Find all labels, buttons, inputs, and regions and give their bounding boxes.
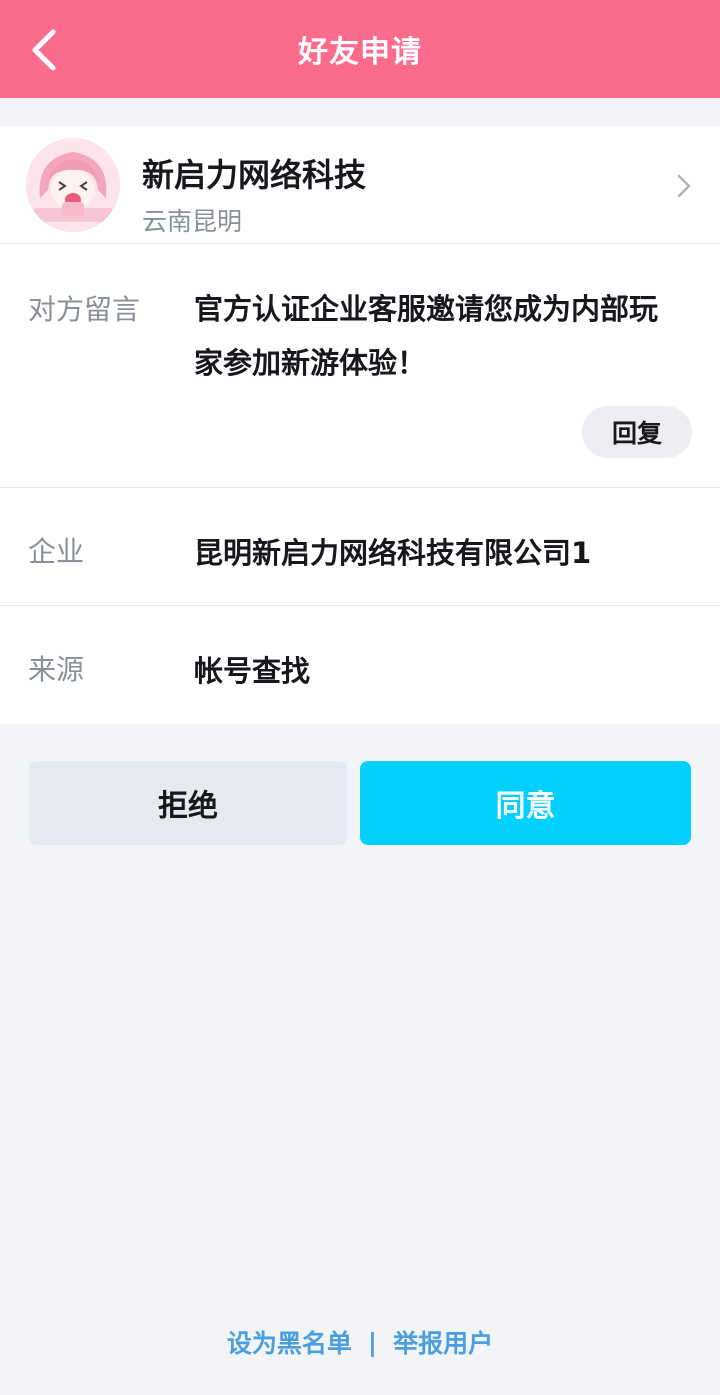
accept-button[interactable]: 同意 bbox=[360, 761, 691, 845]
reject-button[interactable]: 拒绝 bbox=[29, 761, 347, 845]
company-row: 企业 昆明新启力网络科技有限公司1 bbox=[0, 488, 720, 606]
source-label: 来源 bbox=[28, 653, 85, 686]
message-label: 对方留言 bbox=[28, 293, 141, 326]
report-user-link[interactable]: 举报用户 bbox=[393, 1324, 493, 1360]
footer-links: 设为黑名单 | 举报用户 bbox=[0, 1322, 720, 1362]
reply-button[interactable]: 回复 bbox=[582, 406, 692, 458]
profile-name: 新启力网络科技 bbox=[142, 156, 367, 194]
profile-row[interactable]: 新启力网络科技 云南昆明 bbox=[0, 126, 720, 244]
company-value: 昆明新启力网络科技有限公司1 bbox=[194, 536, 592, 570]
source-value: 帐号查找 bbox=[194, 654, 311, 688]
avatar[interactable] bbox=[26, 138, 120, 232]
header-bar: 好友申请 bbox=[0, 0, 720, 98]
blacklist-link[interactable]: 设为黑名单 bbox=[227, 1324, 352, 1360]
request-card: 新启力网络科技 云南昆明 对方留言 官方认证企业客服邀请您成为内部玩家参加新游体… bbox=[0, 126, 720, 724]
profile-location: 云南昆明 bbox=[142, 207, 243, 236]
company-label: 企业 bbox=[28, 535, 85, 568]
source-row: 来源 帐号查找 bbox=[0, 606, 720, 724]
page-title: 好友申请 bbox=[298, 35, 422, 70]
chevron-left-icon bbox=[32, 29, 56, 71]
chevron-right-icon bbox=[677, 174, 691, 198]
message-row: 对方留言 官方认证企业客服邀请您成为内部玩家参加新游体验！ 回复 bbox=[0, 244, 720, 488]
back-button[interactable] bbox=[24, 26, 64, 74]
footer-separator: | bbox=[367, 1327, 378, 1357]
anime-girl-avatar-icon bbox=[26, 138, 120, 232]
message-text: 官方认证企业客服邀请您成为内部玩家参加新游体验！ bbox=[194, 292, 659, 380]
